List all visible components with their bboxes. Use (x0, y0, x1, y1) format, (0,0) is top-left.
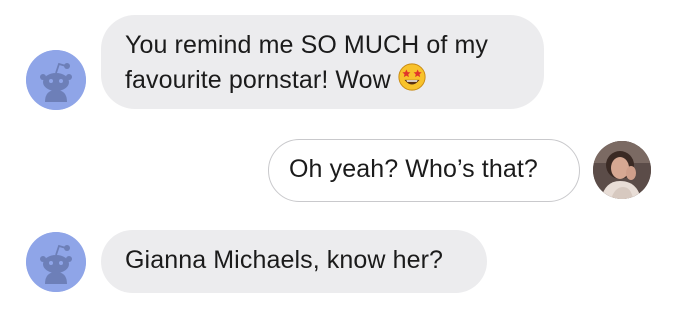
message-bubble-outgoing[interactable]: Oh yeah? Who’s that? (268, 139, 580, 202)
message-bubble-incoming[interactable]: Gianna Michaels, know her? (101, 230, 487, 293)
profile-photo-avatar[interactable] (593, 141, 651, 199)
message-text-line: You remind me SO MUCH of my (125, 31, 488, 59)
message-text-line: favourite pornstar! Wow (125, 62, 518, 97)
message-text-line: Gianna Michaels, know her? (125, 246, 444, 274)
message-text-line: Oh yeah? Who’s that? (289, 155, 538, 183)
snoo-avatar-icon[interactable] (26, 50, 86, 110)
message-bubble-incoming[interactable]: You remind me SO MUCH of my favourite po… (101, 15, 544, 109)
star-struck-emoji-icon (397, 62, 427, 92)
snoo-avatar-icon[interactable] (26, 232, 86, 292)
